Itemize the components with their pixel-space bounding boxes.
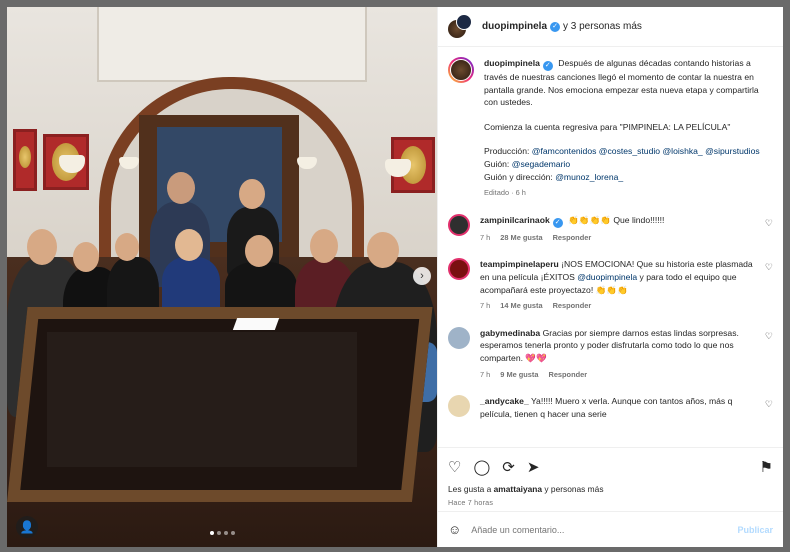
post-media[interactable]: › 👤 [7, 7, 437, 547]
comment-text: 👏👏👏👏 Que lindo!!!!!! [568, 214, 665, 225]
comment-username[interactable]: zampinilcarinaok [480, 215, 550, 225]
comment-time: 7 h [480, 301, 491, 311]
post-header: duopimpinela ✓ y 3 personas más [438, 7, 783, 47]
comment-avatar[interactable] [448, 395, 470, 418]
reply-button[interactable]: Responder [553, 233, 592, 242]
carousel-dot [231, 531, 235, 535]
comment-avatar[interactable] [448, 258, 470, 281]
publish-button[interactable]: Publicar [737, 525, 773, 535]
verified-icon: ✓ [542, 61, 553, 71]
avatar [456, 13, 472, 30]
script-tag[interactable]: @segademario [512, 159, 570, 169]
heart-icon[interactable]: ♡ [765, 399, 773, 410]
send-icon[interactable]: ➤ [527, 458, 540, 476]
reply-button[interactable]: Responder [553, 301, 592, 310]
comment-likes[interactable]: 14 Me gusta [500, 301, 542, 310]
comments-list[interactable]: duopimpinela ✓ Después de algunas décadas… [438, 47, 783, 447]
chevron-right-icon: › [420, 270, 424, 282]
comment-time: 7 h [480, 232, 491, 242]
comment-icon[interactable]: ◯ [473, 458, 490, 476]
collab-avatars[interactable] [448, 13, 474, 40]
heart-icon[interactable]: ♡ [448, 458, 461, 476]
carousel-dot [210, 531, 214, 535]
add-comment-bar: ☺ Publicar [438, 511, 783, 547]
caption-avatar[interactable] [448, 57, 474, 83]
post-side-panel: duopimpinela ✓ y 3 personas más duopimpi… [437, 7, 783, 547]
carousel-dots [210, 531, 235, 535]
share-icon[interactable]: ⟳ [502, 458, 515, 476]
heart-icon[interactable]: ♡ [765, 218, 773, 229]
caption-edited: Editado · 6 h [484, 188, 526, 198]
bookmark-icon[interactable]: ⚑ [760, 458, 773, 476]
avatar [450, 59, 472, 81]
comment-input[interactable] [471, 524, 728, 535]
likes-summary: Les gusta a amattaiyana y personas más [448, 484, 773, 494]
heart-icon[interactable]: ♡ [765, 262, 773, 273]
header-username[interactable]: duopimpinela [482, 21, 547, 32]
post-time[interactable]: Hace 7 horas [448, 498, 773, 507]
header-collaborators[interactable]: y 3 personas más [563, 21, 642, 32]
caption-countdown: Comienza la cuenta regresiva para "PIMPI… [484, 121, 731, 132]
carousel-dot [224, 531, 228, 535]
production-tags[interactable]: @famcontenidos @costes_studio @loishka_ … [532, 146, 760, 156]
next-image-button[interactable]: › [413, 267, 431, 285]
carousel-dot [217, 531, 221, 535]
likes-suffix[interactable]: y personas más [544, 484, 603, 494]
likes-user[interactable]: amattaiyana [494, 484, 542, 494]
verified-icon: ✓ [552, 217, 563, 228]
comment-username[interactable]: _andycake_ [480, 396, 529, 406]
post-modal: › 👤 duopimpinela ✓ y 3 personas más duop… [7, 7, 783, 547]
comment-item: gabymedinaba Gracias por siempre darnos … [448, 326, 773, 381]
comment-likes[interactable]: 28 Me gusta [500, 233, 542, 242]
likes-prefix: Les gusta a [448, 484, 492, 494]
caption-username[interactable]: duopimpinela [484, 58, 540, 68]
post-actions: ♡ ◯ ⟳ ➤ ⚑ Les gusta a amattaiyana y pers… [438, 447, 783, 511]
caption-body: duopimpinela ✓ Después de algunas décadas… [484, 57, 773, 200]
comment-time: 7 h [480, 369, 491, 379]
comment-username[interactable]: teampimpinelaperu [480, 259, 559, 269]
post-photo [7, 7, 437, 547]
comment-item: teampimpinelaperu ¡NOS EMOCIONA! Que su … [448, 258, 773, 312]
comment-avatar[interactable] [448, 326, 470, 349]
comment-item: _andycake_ Ya!!!!! Muero x verla. Aunque… [448, 395, 773, 420]
verified-icon: ✓ [550, 21, 560, 32]
comment-likes[interactable]: 9 Me gusta [500, 370, 538, 379]
script-label: Guión: [484, 158, 510, 169]
comment-mention[interactable]: @duopimpinela [577, 272, 637, 282]
production-label: Producción: [484, 146, 530, 157]
emoji-icon[interactable]: ☺ [448, 522, 461, 537]
post-caption: duopimpinela ✓ Después de algunas décadas… [448, 57, 773, 200]
director-label: Guión y dirección: [484, 171, 553, 182]
comment-item: zampinilcarinaok ✓ 👏👏👏👏 Que lindo!!!!!! 7… [448, 213, 773, 245]
reply-button[interactable]: Responder [548, 370, 587, 379]
user-tag-icon: 👤 [19, 520, 35, 534]
heart-icon[interactable]: ♡ [765, 331, 773, 342]
comment-username[interactable]: gabymedinaba [480, 328, 540, 338]
director-tag[interactable]: @munoz_lorena_ [555, 172, 623, 182]
comment-avatar[interactable] [448, 213, 470, 236]
user-tag-button[interactable]: 👤 [16, 516, 38, 538]
